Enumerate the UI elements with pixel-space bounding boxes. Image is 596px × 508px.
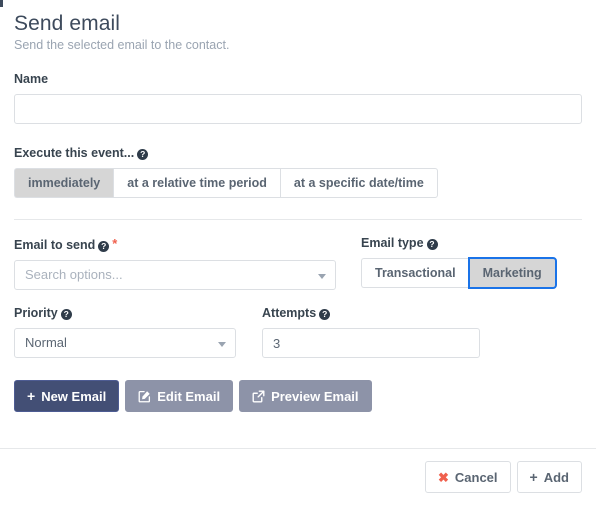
preview-email-button-label: Preview Email [271, 388, 359, 404]
edit-email-button[interactable]: Edit Email [125, 380, 234, 412]
pencil-square-icon [138, 390, 151, 403]
cancel-button-label: Cancel [454, 469, 498, 485]
new-email-button-label: New Email [41, 388, 107, 404]
new-email-button[interactable]: + New Email [14, 380, 120, 412]
email-type-label-text: Email type [361, 236, 424, 250]
required-marker: * [112, 236, 118, 251]
priority-label-text: Priority [14, 306, 58, 320]
cancel-button[interactable]: ✖ Cancel [424, 461, 511, 493]
execute-event-label-text: Execute this event... [14, 146, 135, 160]
priority-group: Priority? Normal [14, 306, 262, 358]
name-label-text: Name [14, 72, 49, 86]
email-type-option-marketing[interactable]: Marketing [467, 257, 557, 289]
question-circle-icon[interactable]: ? [137, 149, 149, 160]
add-button[interactable]: + Add [516, 461, 582, 493]
priority-label: Priority? [14, 306, 262, 321]
execute-option-relative-time[interactable]: at a relative time period [113, 168, 280, 198]
add-button-label: Add [543, 469, 569, 485]
plus-icon: + [27, 388, 36, 404]
question-circle-icon[interactable]: ? [60, 309, 72, 320]
email-row: Email to send? * Search options... Email … [14, 236, 582, 290]
execute-event-label: Execute this event...? [14, 146, 582, 161]
name-label: Name [14, 72, 582, 87]
email-action-buttons: + New Email Edit Email Preview Email [14, 380, 582, 412]
execute-option-immediately[interactable]: immediately [14, 168, 114, 198]
priority-select[interactable]: Normal [14, 328, 236, 358]
priority-value: Normal [25, 335, 67, 350]
email-to-send-label-text: Email to send [14, 238, 96, 252]
attempts-label: Attempts? [262, 306, 582, 321]
send-email-panel: Send email Send the selected email to th… [0, 0, 596, 412]
page-title: Send email [14, 12, 121, 35]
plus-icon: + [529, 469, 538, 485]
chevron-down-icon [318, 274, 326, 279]
email-type-button-group: Transactional Marketing [361, 257, 557, 289]
attempts-label-text: Attempts [262, 306, 317, 320]
footer-divider [0, 448, 596, 449]
edit-email-button-label: Edit Email [157, 388, 221, 404]
priority-attempts-row: Priority? Normal Attempts? [14, 306, 582, 358]
preview-email-button[interactable]: Preview Email [239, 380, 372, 412]
name-input[interactable] [14, 94, 582, 124]
email-to-send-select[interactable]: Search options... [14, 260, 336, 290]
email-to-send-group: Email to send? * Search options... [14, 236, 361, 290]
chevron-down-icon [218, 342, 226, 347]
external-link-icon [252, 390, 265, 403]
execute-option-specific-datetime[interactable]: at a specific date/time [279, 168, 438, 198]
page-subtitle: Send the selected email to the contact. [14, 38, 230, 52]
attempts-group: Attempts? [262, 306, 582, 358]
question-circle-icon[interactable]: ? [319, 309, 331, 320]
question-circle-icon[interactable]: ? [426, 239, 438, 250]
email-to-send-placeholder: Search options... [25, 267, 123, 282]
panel-content: Send email Send the selected email to th… [0, 0, 596, 412]
times-icon: ✖ [437, 469, 449, 485]
section-divider [14, 219, 582, 220]
execute-event-button-group: immediately at a relative time period at… [14, 168, 438, 198]
email-to-send-label: Email to send? * [14, 236, 361, 253]
email-type-option-transactional[interactable]: Transactional [361, 258, 469, 288]
email-type-label: Email type? [361, 236, 582, 251]
footer-actions: ✖ Cancel + Add [424, 461, 582, 493]
question-circle-icon[interactable]: ? [98, 241, 110, 252]
email-type-group: Email type? Transactional Marketing [361, 236, 582, 290]
attempts-input[interactable] [262, 328, 480, 358]
